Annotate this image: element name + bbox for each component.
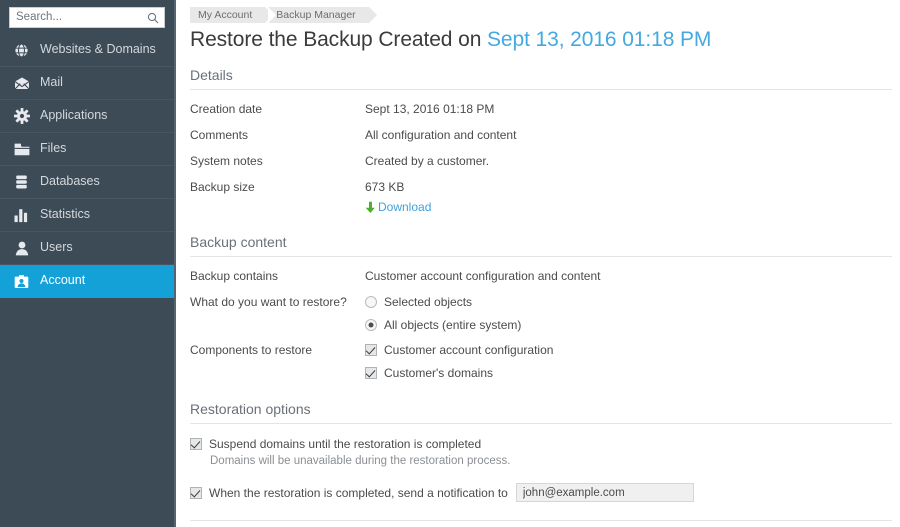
- globe-icon: [13, 42, 30, 59]
- envelope-icon: [13, 75, 30, 92]
- restore-scope-radio-group: Selected objects All objects (entire sys…: [365, 295, 521, 332]
- backup-contains-value: Customer account configuration and conte…: [365, 269, 600, 284]
- checkbox-option-suspend-domains[interactable]: Suspend domains until the restoration is…: [190, 437, 900, 451]
- checkbox-icon[interactable]: [365, 367, 377, 379]
- checkbox-label: Customer's domains: [384, 366, 493, 380]
- checkbox-label: Customer account configuration: [384, 343, 553, 357]
- page-title-date: Sept 13, 2016 01:18 PM: [487, 28, 711, 51]
- page-title-prefix: Restore the Backup Created on: [190, 28, 487, 51]
- row-backup-contains: Backup contains Customer account configu…: [190, 269, 900, 284]
- backup-content-rows: Backup contains Customer account configu…: [190, 269, 900, 380]
- detail-row-creation-date: Creation date Sept 13, 2016 01:18 PM: [190, 102, 900, 117]
- detail-row-system-notes: System notes Created by a customer.: [190, 154, 900, 169]
- radio-icon-selected[interactable]: [365, 319, 377, 331]
- detail-label: Comments: [190, 128, 365, 143]
- folder-icon: [13, 141, 30, 158]
- sidebar-item-statistics[interactable]: Statistics: [0, 199, 174, 232]
- checkbox-icon[interactable]: [190, 487, 202, 499]
- checkbox-icon[interactable]: [365, 344, 377, 356]
- radio-option-selected-objects[interactable]: Selected objects: [365, 295, 521, 309]
- user-icon: [13, 240, 30, 257]
- checkbox-label: Suspend domains until the restoration is…: [209, 437, 481, 451]
- detail-row-backup-size: Backup size 673 KB: [190, 180, 900, 195]
- checkbox-option-send-notification[interactable]: When the restoration is completed, send …: [190, 483, 900, 502]
- sidebar-item-files[interactable]: Files: [0, 133, 174, 166]
- sidebar-item-label: Account: [40, 274, 85, 288]
- search-input[interactable]: [10, 8, 164, 27]
- bar-chart-icon: [13, 207, 30, 224]
- breadcrumb: My Account Backup Manager: [190, 7, 900, 23]
- checkbox-icon[interactable]: [190, 438, 202, 450]
- sidebar-item-label: Databases: [40, 175, 100, 189]
- detail-value: Created by a customer.: [365, 154, 489, 169]
- radio-label: Selected objects: [384, 295, 472, 309]
- sidebar-item-label: Mail: [40, 76, 63, 90]
- notification-block: When the restoration is completed, send …: [190, 483, 900, 502]
- detail-value: All configuration and content: [365, 128, 516, 143]
- sidebar-item-websites-and-domains[interactable]: Websites & Domains: [0, 34, 174, 67]
- sidebar-item-label: Statistics: [40, 208, 90, 222]
- suspend-domains-hint: Domains will be unavailable during the r…: [210, 455, 900, 467]
- database-icon: [13, 174, 30, 191]
- detail-label: Creation date: [190, 102, 365, 117]
- download-row: Download: [190, 200, 900, 214]
- search-icon: [147, 11, 159, 23]
- checkbox-option-customer-account-configuration[interactable]: Customer account configuration: [365, 343, 553, 357]
- sidebar-item-label: Applications: [40, 109, 107, 123]
- gear-icon: [13, 108, 30, 125]
- components-label: Components to restore: [190, 343, 365, 380]
- notification-email-input[interactable]: [516, 483, 694, 502]
- sidebar-item-applications[interactable]: Applications: [0, 100, 174, 133]
- main-content: My Account Backup Manager Restore the Ba…: [176, 0, 900, 527]
- section-heading-restoration-options: Restoration options: [190, 401, 892, 424]
- sidebar-nav: Websites & Domains Mail: [0, 34, 174, 298]
- sidebar-item-users[interactable]: Users: [0, 232, 174, 265]
- restoration-options-body: Suspend domains until the restoration is…: [190, 437, 900, 502]
- download-label: Download: [378, 200, 431, 214]
- breadcrumb-item-backup-manager[interactable]: Backup Manager: [268, 7, 368, 23]
- detail-label: System notes: [190, 154, 365, 169]
- sidebar-item-mail[interactable]: Mail: [0, 67, 174, 100]
- suspend-domains-block: Suspend domains until the restoration is…: [190, 437, 900, 467]
- download-arrow-icon: [365, 201, 376, 214]
- app-window: Websites & Domains Mail: [0, 0, 900, 527]
- row-components-to-restore: Components to restore Customer account c…: [190, 343, 900, 380]
- detail-label: Backup size: [190, 180, 365, 195]
- row-restore-scope: What do you want to restore? Selected ob…: [190, 295, 900, 332]
- sidebar-item-label: Users: [40, 241, 73, 255]
- components-checkbox-group: Customer account configuration Customer'…: [365, 343, 553, 380]
- detail-row-comments: Comments All configuration and content: [190, 128, 900, 143]
- sidebar-search-area: [0, 0, 174, 34]
- radio-icon[interactable]: [365, 296, 377, 308]
- page-title: Restore the Backup Created on Sept 13, 2…: [190, 28, 900, 52]
- sidebar-item-databases[interactable]: Databases: [0, 166, 174, 199]
- search-box[interactable]: [9, 7, 165, 28]
- backup-contains-label: Backup contains: [190, 269, 365, 284]
- restore-question-label: What do you want to restore?: [190, 295, 365, 332]
- section-heading-backup-content: Backup content: [190, 234, 892, 257]
- sidebar: Websites & Domains Mail: [0, 0, 176, 527]
- breadcrumb-item-my-account[interactable]: My Account: [190, 7, 265, 23]
- download-link[interactable]: Download: [365, 200, 431, 214]
- form-footer: * Required fields Restore Cancel: [190, 520, 892, 527]
- detail-value: Sept 13, 2016 01:18 PM: [365, 102, 494, 117]
- section-heading-details: Details: [190, 67, 892, 90]
- layout-spacer: [190, 200, 365, 214]
- checkbox-label: When the restoration is completed, send …: [209, 486, 508, 500]
- radio-option-all-objects[interactable]: All objects (entire system): [365, 318, 521, 332]
- checkbox-option-customers-domains[interactable]: Customer's domains: [365, 366, 553, 380]
- radio-label: All objects (entire system): [384, 318, 521, 332]
- account-card-icon: [13, 273, 30, 290]
- sidebar-item-label: Files: [40, 142, 66, 156]
- sidebar-item-account[interactable]: Account: [0, 265, 174, 298]
- sidebar-item-label: Websites & Domains: [40, 43, 156, 57]
- details-rows: Creation date Sept 13, 2016 01:18 PM Com…: [190, 102, 900, 214]
- detail-value: 673 KB: [365, 180, 404, 195]
